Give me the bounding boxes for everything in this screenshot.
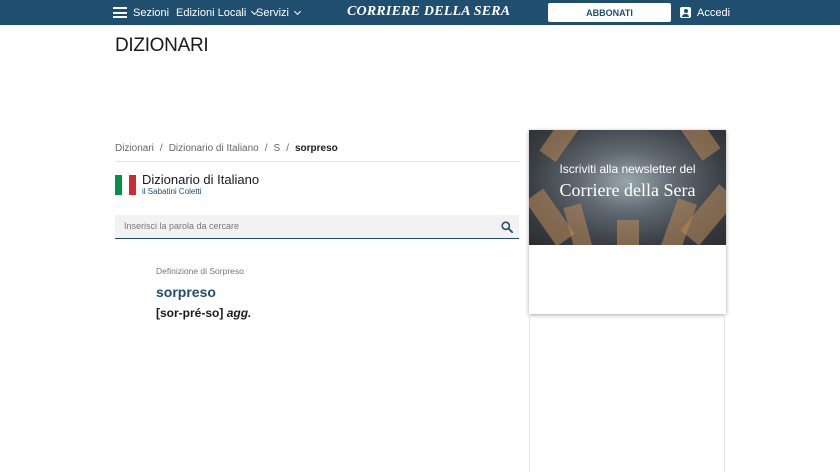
breadcrumb-separator: / — [286, 143, 289, 154]
page-title: DIZIONARI — [115, 35, 209, 56]
newsletter-banner[interactable]: Iscriviti alla newsletter del Corriere d… — [529, 130, 726, 245]
breadcrumb-separator: / — [264, 143, 268, 154]
definition-pronunciation: [sor-pré-so] agg. — [156, 306, 251, 320]
search-icon[interactable] — [501, 221, 513, 233]
search-input[interactable] — [115, 215, 485, 237]
sections-menu-label: Sezioni — [133, 6, 170, 19]
services-dropdown[interactable]: Servizi — [256, 0, 302, 25]
chevron-down-icon — [293, 7, 302, 15]
local-editions-dropdown[interactable]: Edizioni Locali — [176, 0, 259, 25]
italian-flag-icon — [115, 175, 136, 195]
grammar-category: agg. — [226, 306, 252, 320]
top-navigation-bar: Sezioni Edizioni Locali Servizi CORRIERE… — [0, 0, 840, 25]
breadcrumb-current: sorpreso — [294, 143, 338, 154]
breadcrumb: Dizionari / Dizionario di Italiano / S /… — [115, 143, 338, 154]
definition-word: sorpreso — [156, 284, 216, 300]
sections-menu-button[interactable]: Sezioni — [113, 0, 169, 25]
breadcrumb-letter-s[interactable]: S — [274, 143, 281, 154]
newsletter-line2: Corriere della Sera — [559, 180, 696, 200]
newsletter-line1: Iscriviti alla newsletter del — [559, 162, 696, 176]
sidebar-border — [724, 314, 725, 472]
dictionary-title: Dizionario di Italiano — [142, 172, 260, 187]
hamburger-icon — [113, 7, 127, 18]
login-button[interactable]: Accedi — [680, 0, 730, 25]
sidebar-border — [529, 314, 530, 472]
definition-label: Definizione di Sorpreso — [156, 266, 244, 276]
dictionary-subtitle[interactable]: il Sabatini Coletti — [142, 187, 202, 196]
breadcrumb-dizionario-italiano[interactable]: Dizionario di Italiano — [169, 143, 259, 154]
login-label: Accedi — [697, 6, 731, 19]
services-label: Servizi — [256, 6, 290, 19]
search-box — [115, 215, 519, 239]
pronunciation-text: [sor-pré-so] — [156, 306, 224, 320]
breadcrumb-separator: / — [159, 143, 163, 154]
user-icon — [680, 7, 691, 18]
newsletter-ad-box: Iscriviti alla newsletter del Corriere d… — [529, 130, 726, 314]
local-editions-label: Edizioni Locali — [176, 6, 247, 19]
corriere-logo[interactable]: CORRIERE DELLA SERA — [347, 4, 510, 21]
breadcrumb-divider — [115, 161, 519, 162]
subscribe-button[interactable]: ABBONATI — [548, 3, 671, 22]
breadcrumb-dizionari[interactable]: Dizionari — [115, 143, 154, 154]
